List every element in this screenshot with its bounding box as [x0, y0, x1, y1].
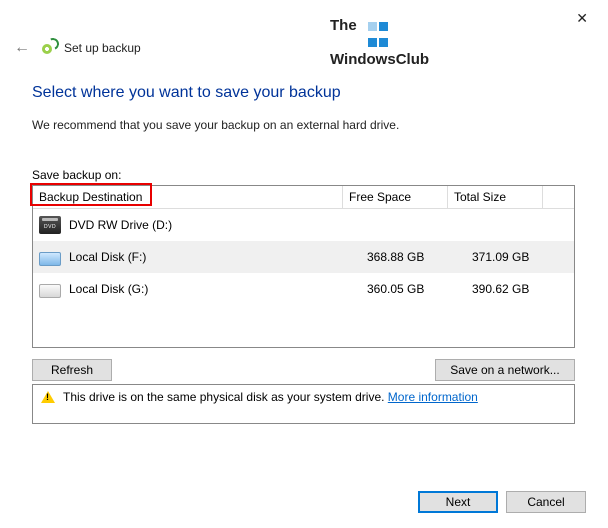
drive-size: 390.62 GB [472, 282, 567, 296]
drive-name: DVD RW Drive (D:) [69, 218, 367, 232]
save-network-button[interactable]: Save on a network... [435, 359, 575, 381]
warning-text: This drive is on the same physical disk … [63, 390, 478, 404]
col-spacer [543, 186, 574, 209]
drive-size: 371.09 GB [472, 250, 567, 264]
col-total-size[interactable]: Total Size [448, 186, 543, 209]
recommend-text: We recommend that you save your backup o… [32, 118, 576, 132]
table-row[interactable]: DVD RW Drive (D:) [33, 209, 574, 241]
table-row[interactable]: Local Disk (F:) 368.88 GB 371.09 GB [33, 241, 574, 273]
drive-free: 360.05 GB [367, 282, 472, 296]
hdd-drive-icon [39, 284, 61, 298]
window-title: Set up backup [64, 41, 141, 55]
hdd-drive-icon [39, 252, 61, 266]
drive-name: Local Disk (F:) [69, 250, 367, 264]
next-button[interactable]: Next [418, 491, 498, 513]
save-on-label: Save backup on: [32, 168, 576, 182]
table-header: Backup Destination Free Space Total Size [33, 186, 574, 209]
setup-backup-icon [40, 39, 58, 57]
table-row[interactable]: Local Disk (G:) 360.05 GB 390.62 GB [33, 273, 574, 305]
warning-icon [41, 391, 55, 403]
windowsclub-logo: The WindowsClub [330, 18, 429, 67]
back-arrow-icon[interactable]: ← [14, 39, 30, 57]
warning-box: This drive is on the same physical disk … [32, 384, 575, 424]
more-info-link[interactable]: More information [388, 390, 478, 404]
close-icon[interactable]: ✕ [564, 6, 600, 31]
refresh-button[interactable]: Refresh [32, 359, 112, 381]
dvd-drive-icon [39, 216, 61, 234]
col-free-space[interactable]: Free Space [343, 186, 448, 209]
drive-name: Local Disk (G:) [69, 282, 367, 296]
drive-free: 368.88 GB [367, 250, 472, 264]
logo-tiles-icon [367, 20, 389, 52]
drive-table: Backup Destination Free Space Total Size… [32, 185, 575, 348]
cancel-button[interactable]: Cancel [506, 491, 586, 513]
page-title: Select where you want to save your backu… [32, 84, 576, 102]
col-destination[interactable]: Backup Destination [33, 186, 343, 209]
